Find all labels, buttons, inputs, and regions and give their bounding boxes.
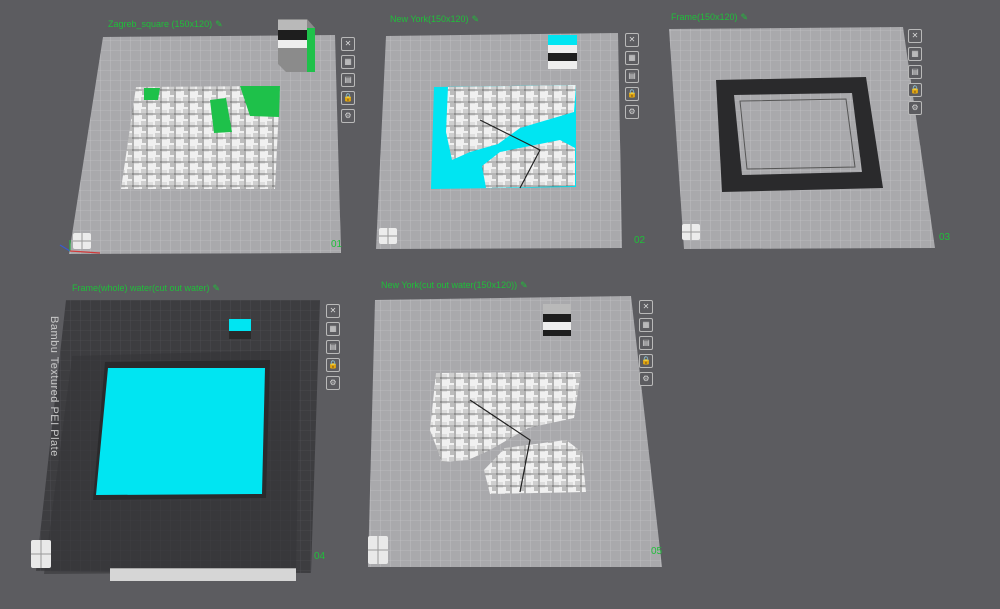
bed-corner-icon (682, 224, 700, 240)
orient-button[interactable]: ▤ (639, 336, 653, 350)
plate-title-04[interactable]: Frame(whole) water(cut out water) ✎ (72, 283, 220, 294)
plate-bottom-strip (110, 568, 296, 581)
lock-button[interactable]: 🔒 (326, 358, 340, 372)
edit-icon[interactable]: ✎ (472, 14, 480, 24)
plate-tools-01: ✕ ▦ ▤ 🔒 ⚙ (341, 37, 355, 123)
plate-canvas[interactable] (0, 0, 1000, 609)
arrange-button[interactable]: ▦ (341, 55, 355, 69)
plate-title-02[interactable]: New York(150x120) ✎ (390, 14, 479, 25)
filament-swatch-02 (548, 35, 577, 69)
plate-02[interactable] (376, 33, 622, 249)
model-frame[interactable] (716, 77, 883, 192)
filament-swatch-05 (543, 304, 571, 336)
close-plate-button[interactable]: ✕ (625, 33, 639, 47)
bed-corner-icon (31, 540, 51, 568)
close-plate-button[interactable]: ✕ (908, 29, 922, 43)
plate-tools-03: ✕ ▦ ▤ 🔒 ⚙ (908, 29, 922, 115)
plate-settings-button[interactable]: ⚙ (639, 372, 653, 386)
plate-03[interactable] (669, 27, 935, 249)
arrange-button[interactable]: ▦ (639, 318, 653, 332)
edit-icon[interactable]: ✎ (215, 19, 223, 29)
plate-number-04: 04 (314, 551, 326, 562)
filament-swatch-01 (278, 19, 315, 72)
edit-icon[interactable]: ✎ (213, 283, 221, 293)
plate-number-01: 01 (331, 239, 343, 250)
filament-swatch-04 (229, 319, 251, 339)
orient-button[interactable]: ▤ (625, 69, 639, 83)
model-new-york[interactable] (431, 85, 576, 189)
arrange-button[interactable]: ▦ (326, 322, 340, 336)
lock-button[interactable]: 🔒 (341, 91, 355, 105)
plate-title-03[interactable]: Frame(150x120) ✎ (671, 12, 748, 23)
edit-icon[interactable]: ✎ (741, 12, 749, 22)
plate-number-05: 05 (651, 546, 663, 557)
arrange-button[interactable]: ▦ (625, 51, 639, 65)
bed-corner-icon (368, 536, 388, 564)
bed-corner-icon (73, 233, 91, 249)
orient-button[interactable]: ▤ (326, 340, 340, 354)
plate-tools-02: ✕ ▦ ▤ 🔒 ⚙ (625, 33, 639, 119)
plate-number-02: 02 (634, 235, 646, 246)
plate-title-05[interactable]: New York(cut out water(150x120)) ✎ (381, 280, 528, 291)
plate-settings-button[interactable]: ⚙ (341, 109, 355, 123)
orient-button[interactable]: ▤ (341, 73, 355, 87)
lock-button[interactable]: 🔒 (908, 83, 922, 97)
orient-button[interactable]: ▤ (908, 65, 922, 79)
plate-05[interactable] (368, 296, 662, 567)
lock-button[interactable]: 🔒 (639, 354, 653, 368)
plate-01[interactable] (59, 19, 341, 254)
plate-04[interactable] (31, 300, 320, 574)
edit-icon[interactable]: ✎ (520, 280, 528, 290)
close-plate-button[interactable]: ✕ (326, 304, 340, 318)
plate-settings-button[interactable]: ⚙ (625, 105, 639, 119)
close-plate-button[interactable]: ✕ (341, 37, 355, 51)
plate-title-01[interactable]: Zagreb_square (150x120) ✎ (108, 19, 223, 30)
lock-button[interactable]: 🔒 (625, 87, 639, 101)
plate-settings-button[interactable]: ⚙ (908, 101, 922, 115)
plate-settings-button[interactable]: ⚙ (326, 376, 340, 390)
plate-tools-04: ✕ ▦ ▤ 🔒 ⚙ (326, 304, 340, 390)
close-plate-button[interactable]: ✕ (639, 300, 653, 314)
arrange-button[interactable]: ▦ (908, 47, 922, 61)
plate-texture-label: Bambu Textured PEI Plate (48, 316, 60, 457)
model-zagreb-square[interactable] (121, 86, 280, 189)
model-frame-whole-water[interactable] (93, 360, 270, 500)
plate-number-03: 03 (939, 232, 951, 243)
plate-tools-05: ✕ ▦ ▤ 🔒 ⚙ (639, 300, 653, 386)
bed-corner-icon (379, 228, 397, 244)
